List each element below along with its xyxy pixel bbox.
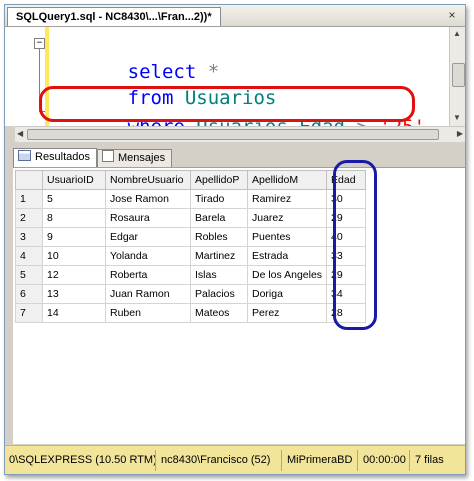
- cell-nombreusuario[interactable]: Rosaura: [105, 208, 191, 228]
- grid-icon: [18, 150, 31, 161]
- cell-apellidom[interactable]: Juarez: [246, 208, 328, 228]
- table-row[interactable]: 2 8 Rosaura Barela Juarez 29: [15, 208, 367, 228]
- results-tab-strip: Resultados Mensajes: [5, 147, 465, 167]
- cell-usuarioid[interactable]: 10: [42, 246, 106, 266]
- column-header-usuarioid[interactable]: UsuarioID: [42, 170, 106, 190]
- cell-nombreusuario[interactable]: Edgar: [105, 227, 191, 247]
- tab-resultados[interactable]: Resultados: [13, 148, 98, 167]
- column-header-apellidop[interactable]: ApellidoP: [190, 170, 248, 190]
- cell-apellidop[interactable]: Barela: [190, 208, 248, 228]
- document-tab[interactable]: SQLQuery1.sql - NC8430\...\Fran...2))*: [7, 7, 221, 26]
- status-separator: [155, 450, 156, 471]
- cell-apellidop[interactable]: Islas: [190, 265, 248, 285]
- cell-usuarioid[interactable]: 8: [42, 208, 106, 228]
- column-header-nombreusuario[interactable]: NombreUsuario: [105, 170, 191, 190]
- cell-usuarioid[interactable]: 9: [42, 227, 106, 247]
- cell-apellidom[interactable]: Doriga: [246, 284, 328, 304]
- cell-apellidom[interactable]: De los Angeles: [246, 265, 328, 285]
- grid-header-row: UsuarioID NombreUsuario ApellidoP Apelli…: [15, 170, 367, 190]
- messages-icon: [102, 150, 114, 162]
- editor-horizontal-scrollbar[interactable]: ◀ ▶: [15, 126, 465, 142]
- results-grid: UsuarioID NombreUsuario ApellidoP Apelli…: [15, 170, 367, 323]
- status-database: MiPrimeraBD: [287, 454, 353, 466]
- cell-usuarioid[interactable]: 14: [42, 303, 106, 323]
- vertical-scroll-thumb[interactable]: [452, 63, 465, 87]
- status-separator: [409, 450, 410, 471]
- cell-nombreusuario[interactable]: Roberta: [105, 265, 191, 285]
- results-grid-pane: UsuarioID NombreUsuario ApellidoP Apelli…: [13, 160, 465, 444]
- tab-resultados-label: Resultados: [35, 151, 91, 163]
- cell-apellidop[interactable]: Tirado: [190, 189, 248, 209]
- row-number-header[interactable]: [15, 170, 43, 190]
- cell-usuarioid[interactable]: 5: [42, 189, 106, 209]
- row-number[interactable]: 7: [15, 303, 43, 323]
- where-clause-highlight: [39, 86, 415, 122]
- cell-usuarioid[interactable]: 12: [42, 265, 106, 285]
- status-server: 0\SQLEXPRESS (10.50 RTM): [9, 454, 157, 466]
- status-row-count: 7 filas: [415, 454, 444, 466]
- tab-mensajes[interactable]: Mensajes: [97, 149, 173, 167]
- table-row[interactable]: 5 12 Roberta Islas De los Angeles 29: [15, 265, 367, 285]
- table-row[interactable]: 7 14 Ruben Mateos Perez 28: [15, 303, 367, 323]
- cell-nombreusuario[interactable]: Juan Ramon: [105, 284, 191, 304]
- editor-vertical-scrollbar[interactable]: ▲ ▼: [449, 27, 465, 126]
- pane-splitter[interactable]: [5, 142, 465, 146]
- tab-mensajes-label: Mensajes: [118, 152, 166, 164]
- query-editor[interactable]: − select * from Usuarios where Usuarios.…: [5, 27, 449, 138]
- cell-apellidom[interactable]: Perez: [246, 303, 328, 323]
- scroll-right-icon[interactable]: ▶: [457, 129, 463, 138]
- cell-apellidom[interactable]: Ramirez: [246, 189, 328, 209]
- scroll-up-icon[interactable]: ▲: [453, 29, 461, 38]
- code-line-select: select *: [59, 33, 220, 83]
- status-separator: [281, 450, 282, 471]
- cell-apellidop[interactable]: Robles: [190, 227, 248, 247]
- row-number[interactable]: 1: [15, 189, 43, 209]
- table-row[interactable]: 6 13 Juan Ramon Palacios Doriga 34: [15, 284, 367, 304]
- status-separator: [357, 450, 358, 471]
- row-number[interactable]: 3: [15, 227, 43, 247]
- cell-apellidop[interactable]: Palacios: [190, 284, 248, 304]
- row-number[interactable]: 2: [15, 208, 43, 228]
- scroll-left-icon[interactable]: ◀: [17, 129, 23, 138]
- table-row[interactable]: 4 10 Yolanda Martinez Estrada 33: [15, 246, 367, 266]
- collapse-icon[interactable]: −: [34, 38, 45, 49]
- edad-column-highlight: [333, 160, 377, 330]
- row-number[interactable]: 4: [15, 246, 43, 266]
- horizontal-scroll-thumb[interactable]: [27, 129, 439, 140]
- status-bar: 0\SQLEXPRESS (10.50 RTM) nc8430\Francisc…: [5, 445, 465, 474]
- table-row[interactable]: 3 9 Edgar Robles Puentes 40: [15, 227, 367, 247]
- cell-nombreusuario[interactable]: Ruben: [105, 303, 191, 323]
- cell-apellidop[interactable]: Mateos: [190, 303, 248, 323]
- row-number[interactable]: 6: [15, 284, 43, 304]
- status-user: nc8430\Francisco (52): [161, 454, 271, 466]
- cell-nombreusuario[interactable]: Yolanda: [105, 246, 191, 266]
- scroll-down-icon[interactable]: ▼: [453, 113, 461, 122]
- query-window: SQLQuery1.sql - NC8430\...\Fran...2))* ×…: [4, 4, 466, 475]
- table-row[interactable]: 1 5 Jose Ramon Tirado Ramirez 30: [15, 189, 367, 209]
- cell-apellidop[interactable]: Martinez: [190, 246, 248, 266]
- row-number[interactable]: 5: [15, 265, 43, 285]
- status-elapsed-time: 00:00:00: [363, 454, 406, 466]
- cell-usuarioid[interactable]: 13: [42, 284, 106, 304]
- document-tab-bar: SQLQuery1.sql - NC8430\...\Fran...2))* ×: [5, 5, 465, 27]
- code-line-from: from Usuarios: [59, 59, 277, 109]
- cell-apellidom[interactable]: Puentes: [246, 227, 328, 247]
- close-icon[interactable]: ×: [445, 8, 459, 22]
- column-header-apellidom[interactable]: ApellidoM: [246, 170, 328, 190]
- cell-nombreusuario[interactable]: Jose Ramon: [105, 189, 191, 209]
- cell-apellidom[interactable]: Estrada: [246, 246, 328, 266]
